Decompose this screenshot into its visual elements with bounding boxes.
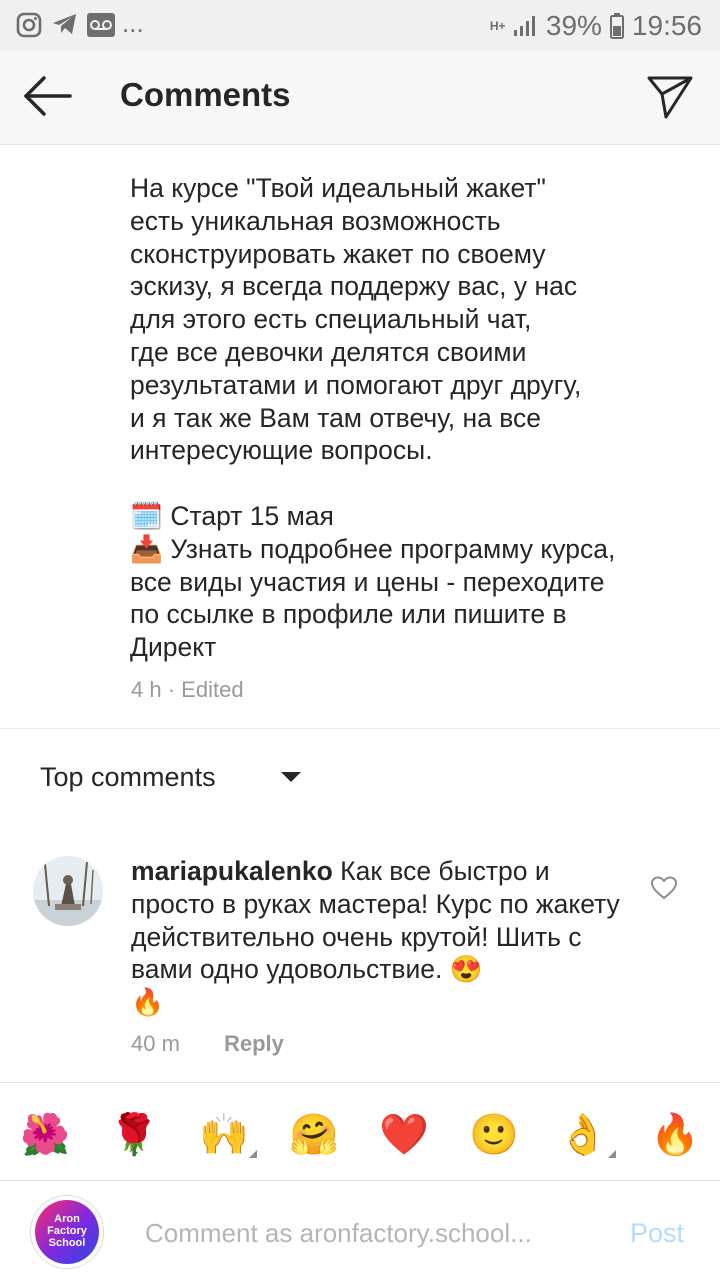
fire-emoji-button[interactable]: 🔥 (648, 1108, 702, 1162)
avatar-logo-text: Aron Factory School (47, 1213, 87, 1249)
ok-hand-emoji[interactable]: 👌 (556, 1108, 616, 1162)
post-button[interactable]: Post (630, 1218, 684, 1249)
page-title: Comments (120, 76, 291, 113)
rose-emoji[interactable]: 🌹 (107, 1108, 161, 1162)
raising-hands-glyph: 🙌 (199, 1113, 249, 1157)
current-user-avatar: Aron Factory School (30, 1195, 104, 1269)
hibiscus-emoji[interactable]: 🌺 (18, 1108, 72, 1162)
voicemail-icon (87, 13, 115, 37)
more-notifications-indicator: ... (122, 8, 144, 38)
comment-username[interactable]: mariapukalenko (131, 856, 333, 886)
clock: 19:56 (631, 10, 702, 41)
divider (0, 1180, 720, 1181)
heart-icon[interactable] (651, 876, 677, 900)
chevron-down-icon[interactable] (281, 772, 301, 782)
battery-percent: 39% (545, 10, 602, 41)
comment-time: 40 m (131, 1031, 180, 1056)
calendar-icon: 🗓️ (130, 500, 163, 531)
reply-button[interactable]: Reply (224, 1031, 284, 1057)
telegram-icon (53, 14, 76, 34)
post-caption: На курсе "Твой идеальный жакет" есть уни… (130, 172, 670, 664)
direct-send-icon[interactable] (646, 74, 694, 120)
divider (0, 1082, 720, 1083)
signal-icon (513, 16, 535, 36)
avatar-logo: Aron Factory School (35, 1200, 99, 1264)
caption-meta: 4 h · Edited (131, 677, 244, 703)
red-heart-emoji[interactable]: ❤️ (377, 1108, 431, 1162)
network-type: H+ (489, 19, 506, 33)
fire-emoji: 🔥 (131, 987, 164, 1018)
comment: mariapukalenko Как все быстро и просто в… (131, 855, 631, 1019)
variants-indicator (249, 1150, 257, 1158)
start-date-line: Старт 15 мая (170, 500, 334, 531)
details-line: Узнать подробнее программу курса, все ви… (130, 533, 616, 663)
caption-time: 4 h (131, 677, 162, 702)
hugging-face-emoji[interactable]: 🤗 (287, 1108, 341, 1162)
heart-eyes-emoji: 😍 (449, 954, 483, 985)
quick-emoji-bar: 🌺 🌹 🙌 🤗 ❤️ 🙂 👌 🔥 (0, 1090, 720, 1176)
comment-input[interactable] (143, 1212, 607, 1254)
edited-label: Edited (181, 677, 244, 702)
smiling-face-emoji[interactable]: 🙂 (467, 1108, 521, 1162)
battery-icon (609, 13, 624, 39)
meta-separator: · (167, 677, 176, 702)
raising-hands-emoji[interactable]: 🙌 (197, 1108, 257, 1162)
commenter-avatar[interactable] (33, 856, 103, 926)
app-bar: Comments (0, 50, 720, 145)
variants-indicator (608, 1150, 616, 1158)
download-tray-icon: 📥 (130, 533, 163, 564)
instagram-icon (16, 12, 42, 38)
sort-comments-dropdown[interactable]: Top comments (40, 762, 216, 793)
back-arrow-icon[interactable] (22, 74, 74, 118)
status-bar: ... H+ 39% 19:56 (0, 0, 720, 50)
divider (0, 728, 720, 729)
caption-body: На курсе "Твой идеальный жакет" есть уни… (130, 173, 582, 466)
ok-hand-glyph: 👌 (558, 1113, 608, 1157)
